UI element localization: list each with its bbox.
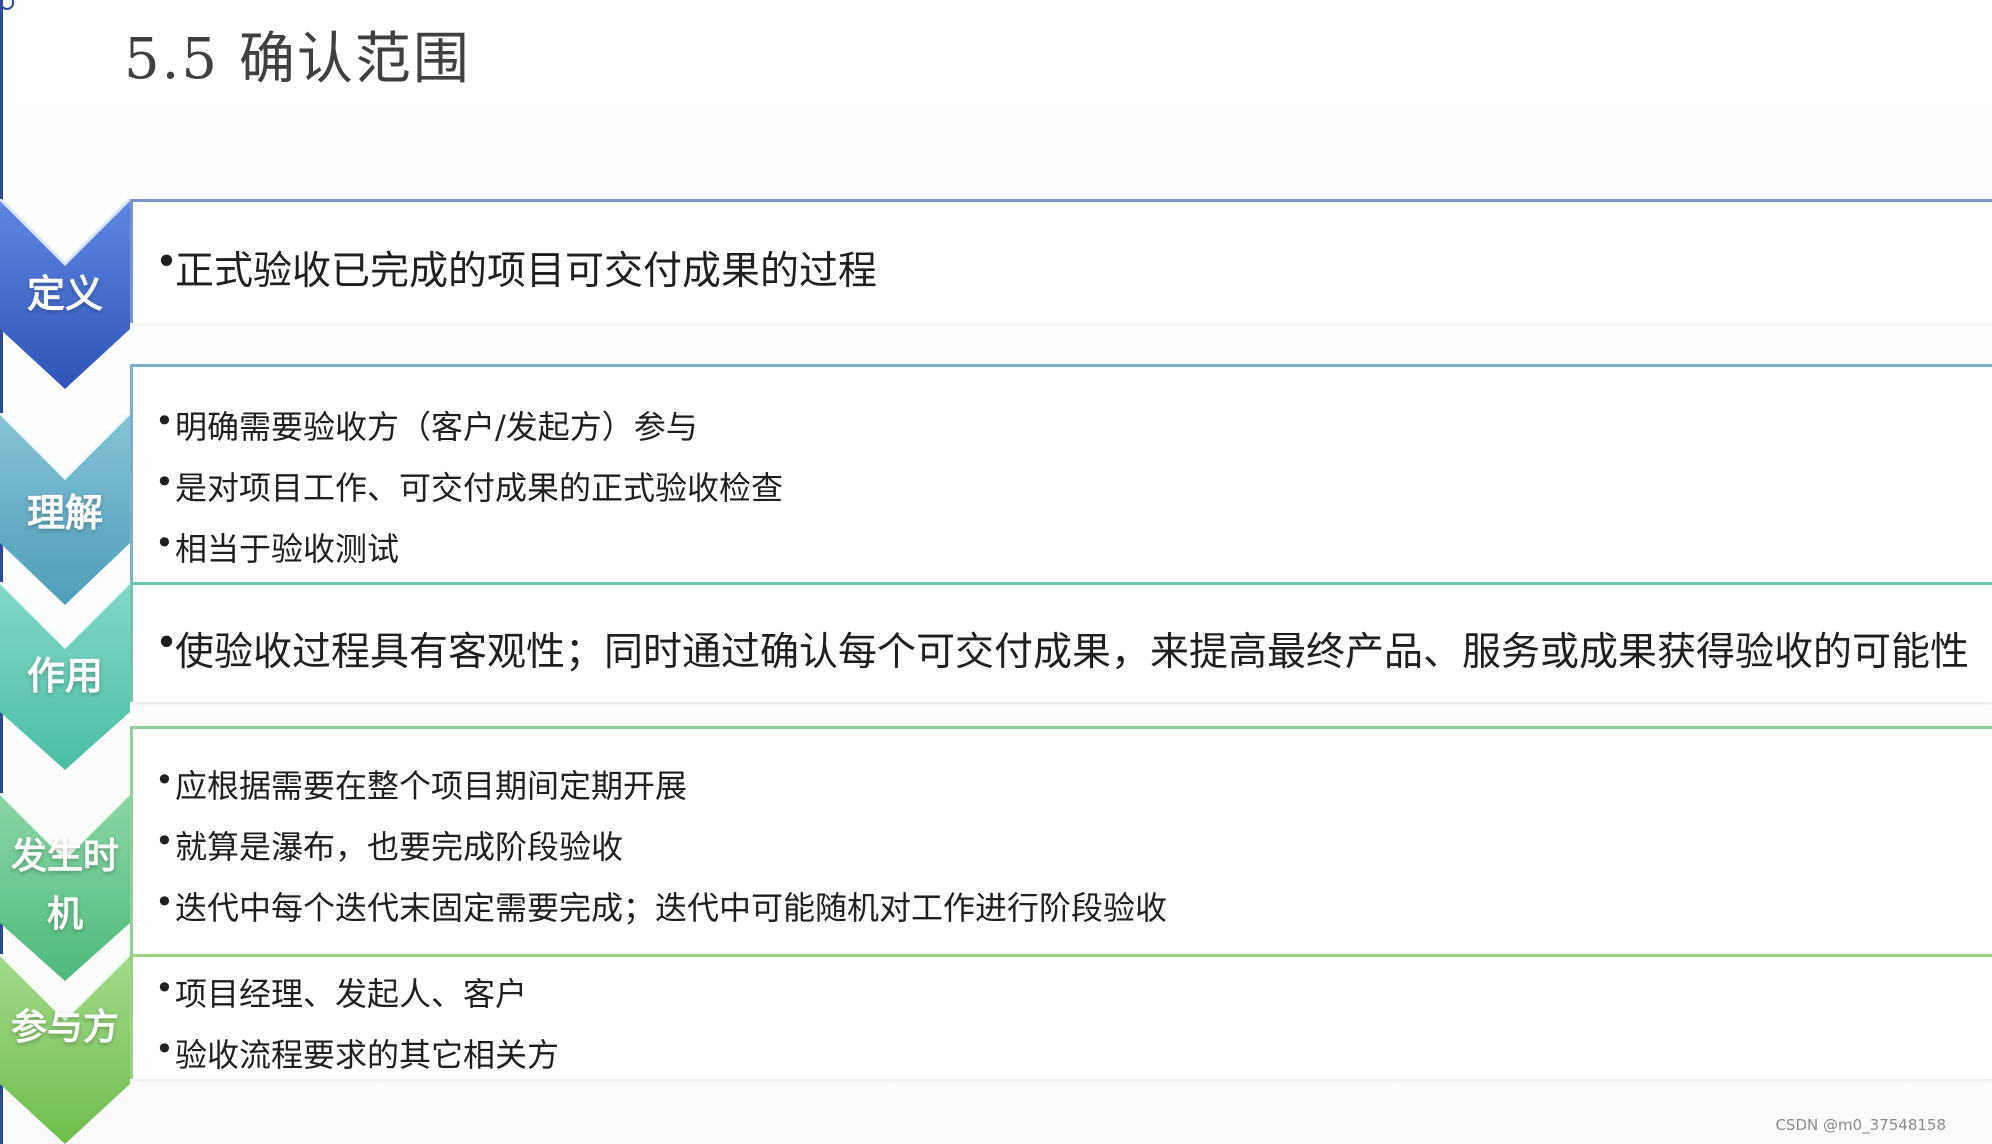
understanding-item: 是对项目工作、可交付成果的正式验收检查 <box>155 463 783 509</box>
label-participants-text: 参与方 <box>10 1007 119 1048</box>
timing-item: 就算是瀑布，也要完成阶段验收 <box>155 822 623 868</box>
participants-item: 验收流程要求的其它相关方 <box>155 1030 559 1076</box>
label-timing-text: 发生时 机 <box>0 828 130 944</box>
label-timing-line-2: 机 <box>46 894 83 935</box>
label-understanding: 理解 <box>0 413 130 605</box>
label-participants: 参与方 <box>0 954 130 1144</box>
section-participants-box: 项目经理、发起人、客户 验收流程要求的其它相关方 <box>130 954 1992 1079</box>
definition-item: 正式验收已完成的项目可交付成果的过程 <box>155 240 877 296</box>
label-effect: 作用 <box>0 582 130 770</box>
timing-item: 应根据需要在整个项目期间定期开展 <box>155 761 687 807</box>
effect-item: 使验收过程具有客观性；同时通过确认每个可交付成果，来提高最终产品、服务或成果获得… <box>155 621 1969 677</box>
timing-item: 迭代中每个迭代末固定需要完成；迭代中可能随机对工作进行阶段验收 <box>155 883 1167 929</box>
label-timing: 发生时 机 <box>0 793 130 981</box>
understanding-item: 相当于验收测试 <box>155 524 399 570</box>
section-timing-box: 应根据需要在整个项目期间定期开展 就算是瀑布，也要完成阶段验收 迭代中每个迭代末… <box>130 726 1992 958</box>
understanding-item: 明确需要验收方（客户/发起方）参与 <box>155 402 698 448</box>
label-timing-line-1: 发生时 <box>10 836 119 877</box>
section-effect-box: 使验收过程具有客观性；同时通过确认每个可交付成果，来提高最终产品、服务或成果获得… <box>130 582 1992 702</box>
label-effect-text: 作用 <box>26 654 103 698</box>
label-definition: 定义 <box>0 199 130 389</box>
section-understanding-box: 明确需要验收方（客户/发起方）参与 是对项目工作、可交付成果的正式验收检查 相当… <box>130 364 1992 585</box>
label-understanding-text: 理解 <box>26 491 103 535</box>
participants-item: 项目经理、发起人、客户 <box>155 969 527 1015</box>
label-definition-text: 定义 <box>26 272 103 316</box>
csdn-watermark: CSDN @m0_37548158 <box>1775 1116 1946 1134</box>
corner-mark-icon <box>0 0 14 10</box>
slide-title: 5.5 确认范围 <box>124 27 471 92</box>
section-definition-box: 正式验收已完成的项目可交付成果的过程 <box>130 199 1992 323</box>
slide: 5.5 确认范围 正式验收已完成的项目可交付成果的过程 明确需要验收方（客户/发… <box>0 0 1992 1144</box>
